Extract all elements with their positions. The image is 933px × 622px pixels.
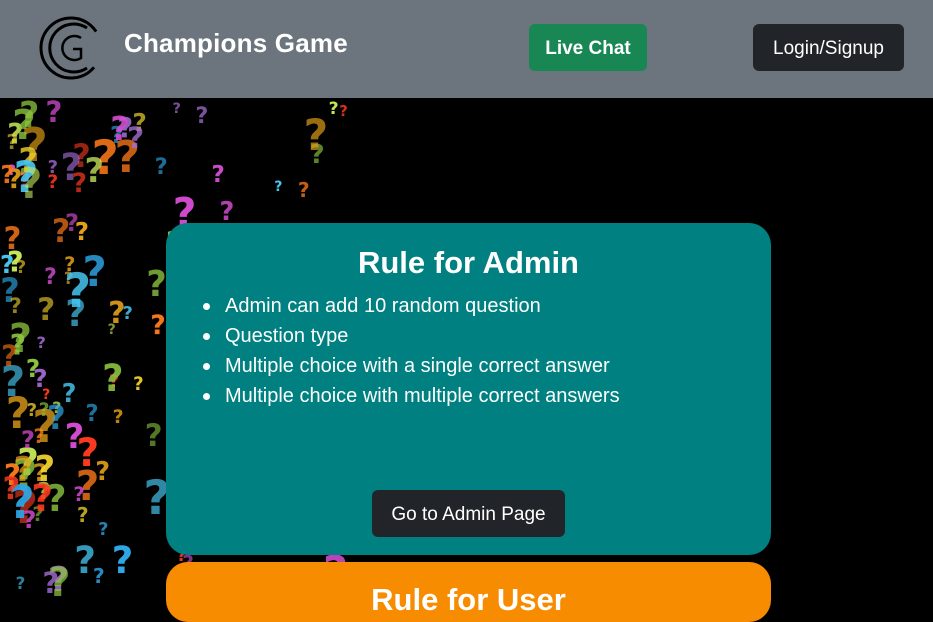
question-mark-icon: ?	[12, 101, 36, 150]
question-mark-icon: ?	[85, 400, 99, 427]
rule-item: Multiple choice with a single correct an…	[203, 353, 620, 383]
champions-game-logo[interactable]	[37, 12, 103, 84]
question-mark-icon: ?	[133, 373, 144, 395]
question-mark-icon: ?	[98, 520, 109, 541]
live-chat-button[interactable]: Live Chat	[529, 24, 647, 71]
question-mark-icon: ?	[111, 539, 134, 583]
bullet-icon	[203, 303, 210, 310]
question-mark-icon: ?	[2, 470, 21, 507]
question-mark-icon: ?	[26, 399, 38, 421]
question-mark-icon: ?	[126, 120, 145, 156]
bullet-icon	[203, 363, 210, 370]
rule-text: Admin can add 10 random question	[225, 295, 541, 317]
question-mark-icon: ?	[211, 160, 225, 188]
question-mark-icon: ?	[37, 291, 56, 328]
question-mark-icon: ?	[195, 102, 209, 129]
question-mark-icon: ?	[9, 294, 22, 320]
question-mark-icon: ?	[51, 213, 71, 250]
question-mark-icon: ?	[146, 264, 167, 306]
question-mark-icon: ?	[328, 98, 339, 119]
question-mark-icon: ?	[36, 332, 46, 352]
go-to-admin-button[interactable]: Go to Admin Page	[372, 490, 565, 537]
question-mark-icon: ?	[34, 448, 56, 490]
question-mark-icon: ?	[64, 417, 85, 457]
question-mark-icon: ?	[47, 172, 59, 194]
question-mark-icon: ?	[46, 398, 66, 437]
admin-card-title: Rule for Admin	[357, 245, 579, 280]
question-mark-icon: ?	[60, 145, 83, 190]
question-mark-icon: ?	[74, 217, 90, 247]
question-mark-icon: ?	[38, 399, 50, 421]
question-mark-icon: ?	[65, 291, 87, 335]
question-mark-icon: ?	[339, 102, 348, 120]
question-mark-icon: ?	[144, 418, 163, 454]
question-mark-icon: ?	[172, 99, 181, 117]
bullet-icon	[203, 333, 210, 340]
question-mark-icon: ?	[112, 405, 124, 428]
question-mark-icon: ?	[1, 338, 19, 373]
admin-rules-card: Rule for Admin Admin can add 10 random q…	[166, 223, 771, 555]
question-mark-icon: ?	[15, 257, 27, 279]
question-mark-icon: ?	[18, 159, 43, 209]
question-mark-icon: ?	[303, 110, 329, 160]
rule-item: Question type	[203, 323, 620, 353]
user-rules-card: Rule for User	[166, 562, 771, 622]
question-mark-icon: ?	[82, 247, 107, 297]
question-mark-icon: ?	[150, 310, 166, 342]
brand-title[interactable]: Champions Game	[124, 28, 348, 59]
question-mark-icon: ?	[0, 249, 15, 279]
question-mark-icon: ?	[15, 572, 26, 593]
question-mark-icon: ?	[102, 357, 124, 401]
question-mark-icon: ?	[77, 502, 89, 527]
question-mark-icon: ?	[297, 178, 310, 203]
question-mark-icon: ?	[84, 151, 105, 191]
question-mark-icon: ?	[45, 98, 63, 129]
question-mark-icon: ?	[44, 265, 57, 291]
rule-item: Admin can add 10 random question	[203, 293, 620, 323]
question-mark-icon: ?	[110, 109, 130, 149]
rule-item: Multiple choice with multiple correct an…	[203, 383, 620, 413]
bullet-icon	[203, 393, 210, 400]
question-mark-icon: ?	[154, 154, 168, 181]
question-mark-icon: ?	[274, 178, 283, 195]
login-signup-button[interactable]: Login/Signup	[753, 24, 904, 71]
question-mark-icon: ?	[73, 483, 85, 507]
question-mark-icon: ?	[108, 295, 126, 331]
user-card-title: Rule for User	[371, 582, 566, 617]
question-mark-icon: ?	[74, 537, 96, 582]
admin-rules-list: Admin can add 10 random question Questio…	[203, 293, 620, 413]
question-mark-icon: ?	[42, 565, 60, 597]
rule-text: Multiple choice with multiple correct an…	[225, 385, 620, 407]
rule-text: Multiple choice with a single correct an…	[225, 355, 610, 377]
rule-text: Question type	[225, 325, 349, 347]
navbar: Champions Game Live Chat Login/Signup	[0, 0, 933, 98]
